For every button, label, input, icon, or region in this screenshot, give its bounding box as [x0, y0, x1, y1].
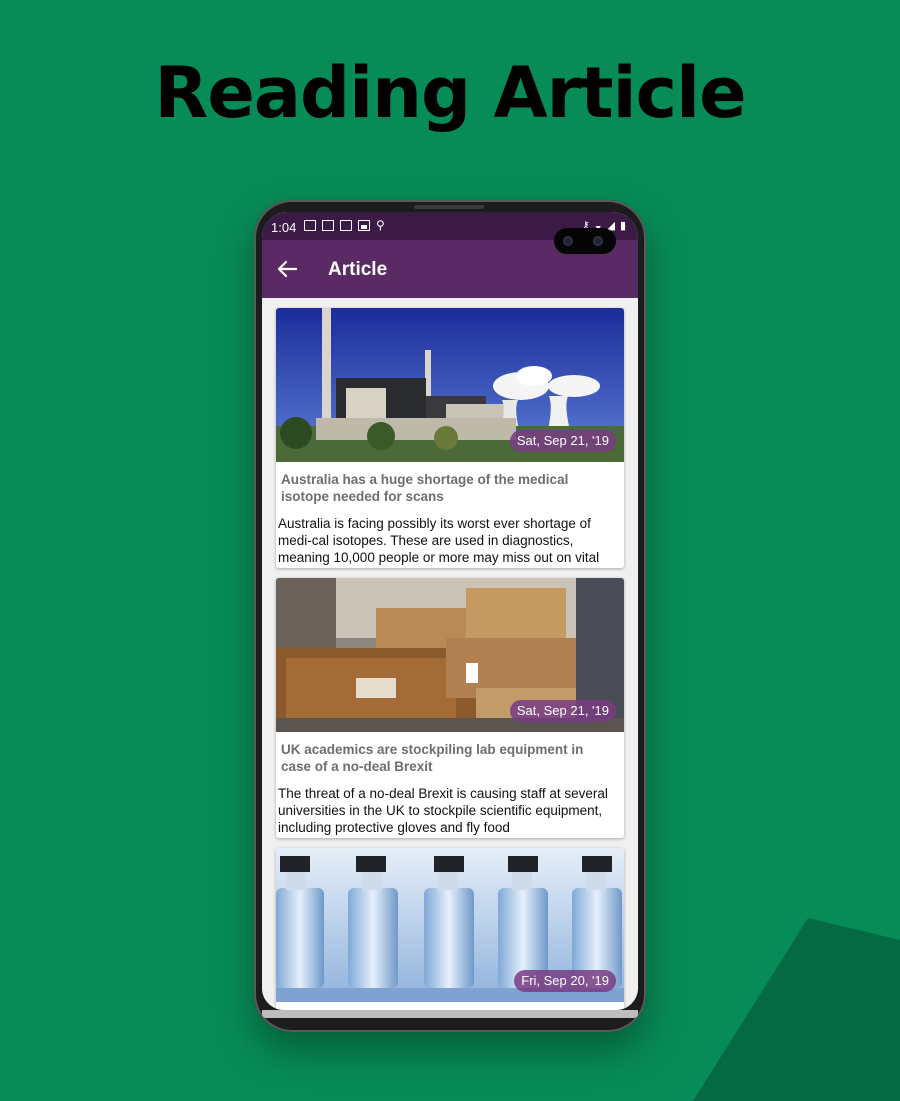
article-card[interactable]: Sat, Sep 21, '19 UK academics are stockp… — [276, 578, 624, 838]
date-badge: Sat, Sep 21, '19 — [509, 700, 616, 722]
back-arrow-icon[interactable] — [276, 260, 298, 278]
usb-icon: ⚲ — [376, 218, 385, 232]
phone-frame: 1:04 ⚲ ⚷ ◒ ◢ ▮ Article Sat, Sep 21, '19 … — [254, 200, 646, 1032]
battery-icon: ▮ — [619, 220, 626, 232]
gmail-icon — [340, 220, 352, 231]
article-card[interactable]: Sat, Sep 21, '19 Australia has a huge sh… — [276, 308, 624, 568]
front-camera — [554, 228, 616, 254]
article-feed[interactable]: Sat, Sep 21, '19 Australia has a huge sh… — [262, 298, 638, 1010]
phone-bottom-bezel — [262, 1010, 638, 1018]
date-badge: Sat, Sep 21, '19 — [509, 430, 616, 452]
toolbar-title: Article — [328, 259, 388, 280]
gmail-icon — [322, 220, 334, 231]
article-summary: The threat of a no-deal Brexit is causin… — [278, 786, 608, 835]
date-badge: Fri, Sep 20, '19 — [514, 970, 616, 992]
article-summary: Australia is facing possibly its worst e… — [278, 516, 600, 568]
article-card[interactable]: Fri, Sep 20, '19 — [276, 848, 624, 1010]
phone-screen: 1:04 ⚲ ⚷ ◒ ◢ ▮ Article Sat, Sep 21, '19 … — [262, 212, 638, 1010]
article-title: UK academics are stockpiling lab equipme… — [281, 742, 584, 774]
page-headline: Reading Article — [154, 52, 746, 134]
status-time: 1:04 — [271, 220, 297, 235]
notification-icons: ⚲ — [304, 218, 386, 232]
article-title: Australia has a huge shortage of the med… — [281, 472, 569, 504]
image-icon — [358, 220, 370, 231]
phone-speaker — [414, 205, 484, 209]
gmail-icon — [304, 220, 316, 231]
